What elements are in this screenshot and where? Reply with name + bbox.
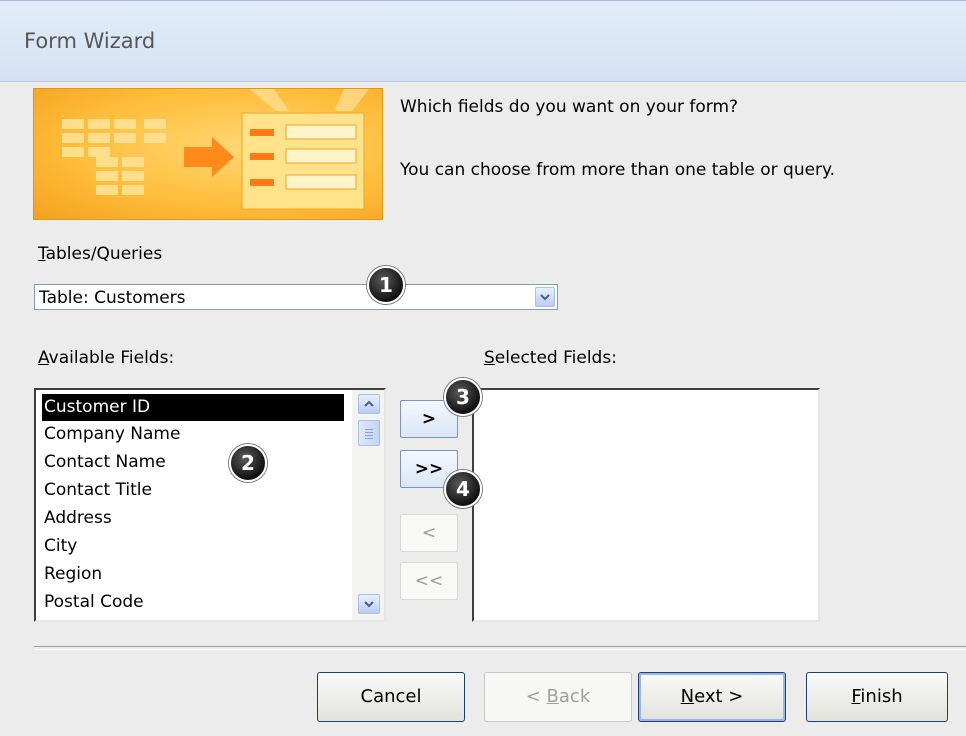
available-fields-label-accel: A	[38, 348, 49, 368]
selected-fields-label: Selected Fields:	[484, 348, 617, 368]
list-item-company-name[interactable]: Company Name	[42, 421, 344, 448]
wizard-hint: You can choose from more than one table …	[400, 160, 836, 180]
list-item-contact-title[interactable]: Contact Title	[42, 477, 344, 504]
back-button-text: ack	[558, 686, 591, 707]
back-button[interactable]: < Back	[484, 672, 632, 722]
remove-field-button[interactable]: <	[400, 514, 458, 552]
available-fields-label: Available Fields:	[38, 348, 174, 368]
window-title: Form Wizard	[24, 29, 156, 53]
vertical-scrollbar[interactable]	[352, 390, 384, 620]
remove-all-fields-button[interactable]: <<	[400, 562, 458, 600]
dropdown-button[interactable]	[535, 287, 555, 307]
callout-badge-3: 3	[444, 378, 482, 416]
cancel-button[interactable]: Cancel	[317, 672, 465, 722]
next-button-accel: N	[680, 686, 695, 707]
available-fields-label-text: vailable Fields:	[48, 348, 175, 368]
footer-divider	[34, 646, 966, 650]
selected-fields-label-accel: S	[484, 348, 495, 368]
list-item-contact-name[interactable]: Contact Name	[42, 449, 344, 476]
callout-badge-4: 4	[444, 470, 482, 508]
next-button[interactable]: Next >	[638, 672, 786, 722]
chevron-down-icon	[540, 294, 550, 301]
finish-button[interactable]: Finish	[806, 672, 948, 722]
wizard-banner-image	[33, 88, 383, 220]
scroll-up-button[interactable]	[358, 394, 380, 414]
chevron-down-icon	[364, 601, 374, 608]
scroll-down-button[interactable]	[358, 594, 380, 614]
next-button-text: ext >	[694, 686, 744, 707]
list-item-postal-code[interactable]: Postal Code	[42, 589, 344, 616]
callout-badge-2: 2	[229, 444, 267, 482]
callout-badge-1: 1	[367, 266, 405, 304]
list-item-city[interactable]: City	[42, 533, 344, 560]
finish-button-text: inish	[860, 686, 903, 707]
tables-queries-label: Tables/Queries	[38, 244, 162, 264]
selected-fields-label-text: elected Fields:	[494, 348, 617, 368]
tables-queries-combobox[interactable]: Table: Customers	[34, 284, 558, 310]
list-item-customer-id[interactable]: Customer ID	[42, 394, 344, 421]
list-item-region[interactable]: Region	[42, 561, 344, 588]
chevron-up-icon	[364, 400, 374, 407]
tables-queries-label-accel: T	[38, 244, 46, 264]
back-button-prefix: <	[525, 686, 547, 707]
back-button-accel: B	[546, 686, 559, 707]
title-bar: Form Wizard	[0, 0, 966, 82]
tables-queries-value: Table: Customers	[39, 288, 186, 308]
selected-fields-list[interactable]	[472, 388, 820, 622]
scroll-thumb[interactable]	[358, 420, 380, 446]
available-fields-list[interactable]: Customer ID Company Name Contact Name Co…	[34, 388, 386, 622]
tables-queries-label-text: ables/Queries	[45, 244, 163, 264]
wizard-question: Which fields do you want on your form?	[400, 97, 739, 117]
list-item-address[interactable]: Address	[42, 505, 344, 532]
